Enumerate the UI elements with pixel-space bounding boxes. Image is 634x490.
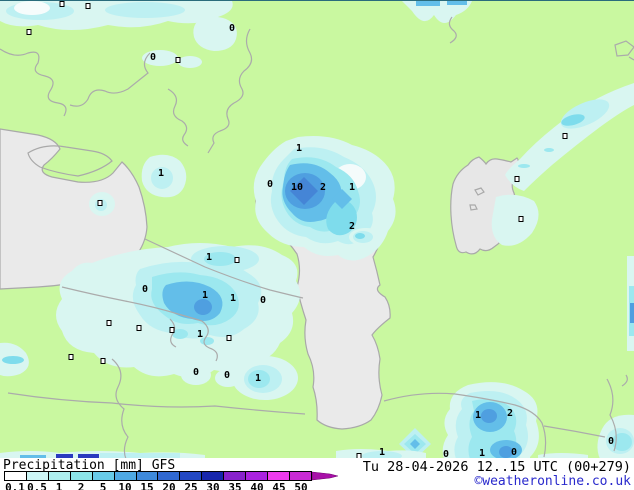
legend-segment: [246, 472, 269, 480]
legend-tick: 0.5: [27, 481, 47, 490]
legend-tick: 45: [272, 481, 286, 490]
legend-segment: [180, 472, 203, 480]
precip-value-label: 1: [254, 373, 262, 384]
precip-value-label: 2: [348, 221, 356, 232]
legend-segment: [289, 472, 311, 480]
legend-segment: [268, 472, 290, 480]
grid-point-marker: [514, 176, 520, 182]
precip-value-label: 0: [223, 370, 231, 381]
grid-point-marker: [234, 257, 240, 263]
precip-value-label: 1: [201, 290, 209, 301]
legend-tick: 35: [228, 481, 242, 490]
map-value-labels: 0 0 1 0 10 2 1 2 1 1 0 1 1 0 1 0 0 1 1 2 1 0 1 0 0: [0, 1, 634, 459]
legend-segment: [5, 472, 27, 480]
legend-tick: 5: [99, 481, 107, 490]
legend-segment: [114, 472, 137, 480]
legend-tick: 25: [184, 481, 198, 490]
legend-arrow-icon: [312, 471, 338, 481]
copyright-link[interactable]: ©weatheronline.co.uk: [474, 474, 631, 489]
legend-segment: [70, 472, 93, 480]
legend-segment: [224, 472, 247, 480]
precip-value-label: 1: [196, 329, 204, 340]
precip-value-label: 0: [266, 179, 274, 190]
precip-value-label: 0: [141, 284, 149, 295]
grid-point-marker: [136, 325, 142, 331]
precip-value-label: 2: [506, 408, 514, 419]
precip-value-label: 0: [228, 23, 236, 34]
precip-value-label: 2: [319, 182, 327, 193]
grid-point-marker: [169, 327, 175, 333]
forecast-datetime: Tu 28-04-2026 12..15 UTC (00+279): [362, 459, 631, 475]
precip-value-label: 0: [510, 447, 518, 458]
grid-point-marker: [68, 354, 74, 360]
grid-point-marker: [562, 133, 568, 139]
grid-point-marker: [97, 200, 103, 206]
weather-map: 0 0 1 0 10 2 1 2 1 1 0 1 1 0 1 0 0 1 1 2 1 0 1 0 0: [0, 0, 634, 459]
legend-tick: 0.1: [5, 481, 25, 490]
precip-value-label: 1: [295, 143, 303, 154]
precip-value-label: 0: [192, 367, 200, 378]
legend-tick: 40: [250, 481, 264, 490]
precip-value-label: 10: [290, 182, 304, 193]
legend-color-bar: [4, 471, 312, 481]
precip-value-label: 1: [229, 293, 237, 304]
precip-value-label: 0: [259, 295, 267, 306]
precip-value-label: 0: [149, 52, 157, 63]
legend-segment: [202, 472, 225, 480]
legend-segment: [26, 472, 49, 480]
legend-tick: 30: [206, 481, 220, 490]
legend-segment: [136, 472, 159, 480]
precip-value-label: 1: [474, 410, 482, 421]
legend-segment: [48, 472, 71, 480]
legend-tick: 50: [294, 481, 308, 490]
grid-point-marker: [226, 335, 232, 341]
grid-point-marker: [106, 320, 112, 326]
grid-point-marker: [100, 358, 106, 364]
precip-value-label: 1: [205, 252, 213, 263]
legend-tick: 1: [55, 481, 63, 490]
legend-tick: 10: [118, 481, 132, 490]
legend-bar-area: Precipitation [mm] GFS 0.1 0.5 1 2 5 10 15 20 25…: [0, 458, 634, 490]
grid-point-marker: [59, 1, 65, 7]
weather-map-page: 0 0 1 0 10 2 1 2 1 1 0 1 1 0 1 0 0 1 1 2 1 0 1 0 0 Precipitation…: [0, 0, 634, 490]
legend-segment: [158, 472, 181, 480]
grid-point-marker: [85, 3, 91, 9]
legend-segment: [92, 472, 115, 480]
precip-value-label: 1: [157, 168, 165, 179]
grid-point-marker: [518, 216, 524, 222]
precip-value-label: 1: [348, 182, 356, 193]
grid-point-marker: [175, 57, 181, 63]
precip-value-label: 1: [378, 447, 386, 458]
grid-point-marker: [26, 29, 32, 35]
legend-tick: 15: [140, 481, 154, 490]
legend-tick: 20: [162, 481, 176, 490]
precip-value-label: 0: [607, 436, 615, 447]
legend-tick: 2: [77, 481, 85, 490]
legend-tick-labels: 0.1 0.5 1 2 5 10 15 20 25 30 35 40 45 50: [4, 481, 312, 490]
